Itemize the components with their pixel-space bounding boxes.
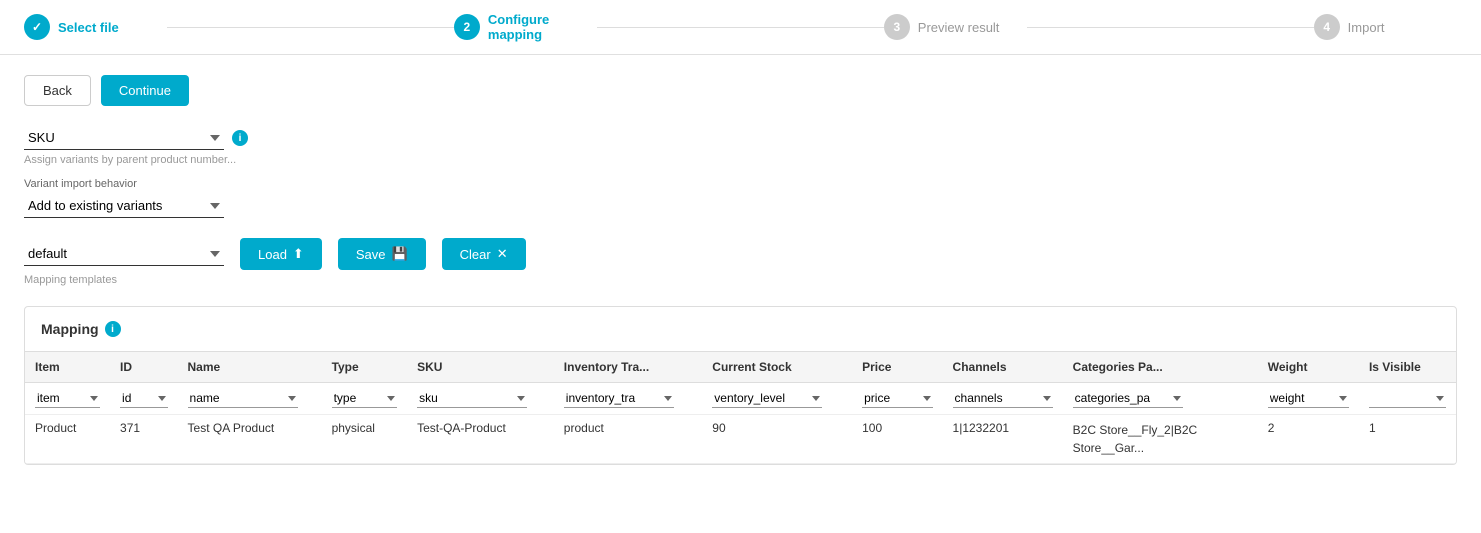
variant-behavior-wrap: Variant import behavior Add to existing … xyxy=(24,178,1457,218)
dropdown-cell-channels: channels xyxy=(943,383,1063,415)
stepper: ✓ Select file 2 Configure mapping 3 Prev… xyxy=(0,0,1481,55)
col-type: Type xyxy=(322,352,408,383)
variant-behavior-dropdown[interactable]: Add to existing variants xyxy=(24,194,224,218)
cell-current-stock: 90 xyxy=(702,415,852,464)
col-dropdown-sku[interactable]: sku xyxy=(417,389,527,408)
table-header-row: Item ID Name Type SKU Inventory Tra... C… xyxy=(25,352,1456,383)
load-icon: ⬆ xyxy=(293,246,304,262)
step-3-circle: 3 xyxy=(884,14,910,40)
cell-name: Test QA Product xyxy=(178,415,322,464)
dropdown-row: item id name type sku inventor xyxy=(25,383,1456,415)
dropdown-cell-categories: categories_pa xyxy=(1063,383,1258,415)
step-separator-3 xyxy=(1027,27,1314,28)
cell-sku: Test-QA-Product xyxy=(407,415,554,464)
dropdown-cell-weight: weight xyxy=(1258,383,1359,415)
load-button[interactable]: Load ⬆ xyxy=(240,238,322,270)
cell-item: Product xyxy=(25,415,110,464)
top-actions: Back Continue xyxy=(24,75,1457,106)
dropdown-cell-is-visible xyxy=(1359,383,1456,415)
step-4-circle: 4 xyxy=(1314,14,1340,40)
save-icon: 💾 xyxy=(391,246,407,262)
col-dropdown-categories[interactable]: categories_pa xyxy=(1073,389,1183,408)
dropdown-cell-sku: sku xyxy=(407,383,554,415)
table-row: Product 371 Test QA Product physical Tes… xyxy=(25,415,1456,464)
clear-button[interactable]: Clear ✕ xyxy=(442,238,526,270)
step-4-label: Import xyxy=(1348,20,1385,35)
cell-id: 371 xyxy=(110,415,177,464)
cell-price: 100 xyxy=(852,415,942,464)
variant-behavior-label: Variant import behavior xyxy=(24,178,1457,190)
step-2: 2 Configure mapping xyxy=(454,12,597,42)
col-dropdown-id[interactable]: id xyxy=(120,389,167,408)
sku-info-icon[interactable]: i xyxy=(232,130,248,146)
col-dropdown-price[interactable]: price xyxy=(862,389,932,408)
cell-is-visible: 1 xyxy=(1359,415,1456,464)
col-channels: Channels xyxy=(943,352,1063,383)
cell-categories: B2C Store__Fly_2|B2CStore__Gar... xyxy=(1063,415,1258,464)
continue-button[interactable]: Continue xyxy=(101,75,189,106)
cell-channels: 1|1232201 xyxy=(943,415,1063,464)
step-4: 4 Import xyxy=(1314,14,1457,40)
mapping-info-icon[interactable]: i xyxy=(105,321,121,337)
step-1-circle: ✓ xyxy=(24,14,50,40)
dropdown-cell-inv-tra: inventory_tra xyxy=(554,383,702,415)
back-button[interactable]: Back xyxy=(24,75,91,106)
col-current-stock: Current Stock xyxy=(702,352,852,383)
col-dropdown-inv-tra[interactable]: inventory_tra xyxy=(564,389,674,408)
mapping-templates-label: Mapping templates xyxy=(24,274,1457,286)
col-item: Item xyxy=(25,352,110,383)
step-2-label: Configure mapping xyxy=(488,12,597,42)
col-dropdown-item[interactable]: item xyxy=(35,389,100,408)
main-content: Back Continue SKU i Assign variants by p… xyxy=(0,55,1481,485)
col-dropdown-name[interactable]: name xyxy=(188,389,298,408)
mapping-section: Mapping i Item ID Name Type SKU Inventor… xyxy=(24,306,1457,465)
dropdown-cell-id: id xyxy=(110,383,177,415)
save-button[interactable]: Save 💾 xyxy=(338,238,426,270)
mapping-table: Item ID Name Type SKU Inventory Tra... C… xyxy=(25,352,1456,464)
col-dropdown-channels[interactable]: channels xyxy=(953,389,1053,408)
col-dropdown-inv-level[interactable]: ventory_level xyxy=(712,389,822,408)
clear-icon: ✕ xyxy=(497,246,508,262)
dropdown-cell-price: price xyxy=(852,383,942,415)
cell-inventory-tracking: product xyxy=(554,415,702,464)
col-dropdown-weight[interactable]: weight xyxy=(1268,389,1349,408)
step-3: 3 Preview result xyxy=(884,14,1027,40)
col-price: Price xyxy=(852,352,942,383)
mapping-title: Mapping xyxy=(41,321,99,337)
col-dropdown-type[interactable]: type xyxy=(332,389,398,408)
dropdown-cell-type: type xyxy=(322,383,408,415)
sku-dropdown[interactable]: SKU xyxy=(24,126,224,150)
col-inventory-tra: Inventory Tra... xyxy=(554,352,702,383)
step-3-label: Preview result xyxy=(918,20,1000,35)
col-categories-pa: Categories Pa... xyxy=(1063,352,1258,383)
step-2-circle: 2 xyxy=(454,14,480,40)
col-is-visible: Is Visible xyxy=(1359,352,1456,383)
dropdown-cell-inv-level: ventory_level xyxy=(702,383,852,415)
step-separator-1 xyxy=(167,27,454,28)
sku-row: SKU i xyxy=(24,126,1457,150)
step-1: ✓ Select file xyxy=(24,14,167,40)
dropdown-cell-name: name xyxy=(178,383,322,415)
step-separator-2 xyxy=(597,27,884,28)
dropdown-cell-item: item xyxy=(25,383,110,415)
col-dropdown-is-visible[interactable] xyxy=(1369,389,1446,408)
col-sku: SKU xyxy=(407,352,554,383)
cell-type: physical xyxy=(322,415,408,464)
action-row: default Load ⬆ Save 💾 Clear ✕ xyxy=(24,238,1457,270)
cell-weight: 2 xyxy=(1258,415,1359,464)
sku-hint: Assign variants by parent product number… xyxy=(24,154,1457,166)
template-select[interactable]: default xyxy=(24,242,224,266)
step-1-label: Select file xyxy=(58,20,119,35)
col-id: ID xyxy=(110,352,177,383)
template-select-wrap: default xyxy=(24,242,224,266)
col-weight: Weight xyxy=(1258,352,1359,383)
mapping-header: Mapping i xyxy=(25,307,1456,352)
col-name: Name xyxy=(178,352,322,383)
